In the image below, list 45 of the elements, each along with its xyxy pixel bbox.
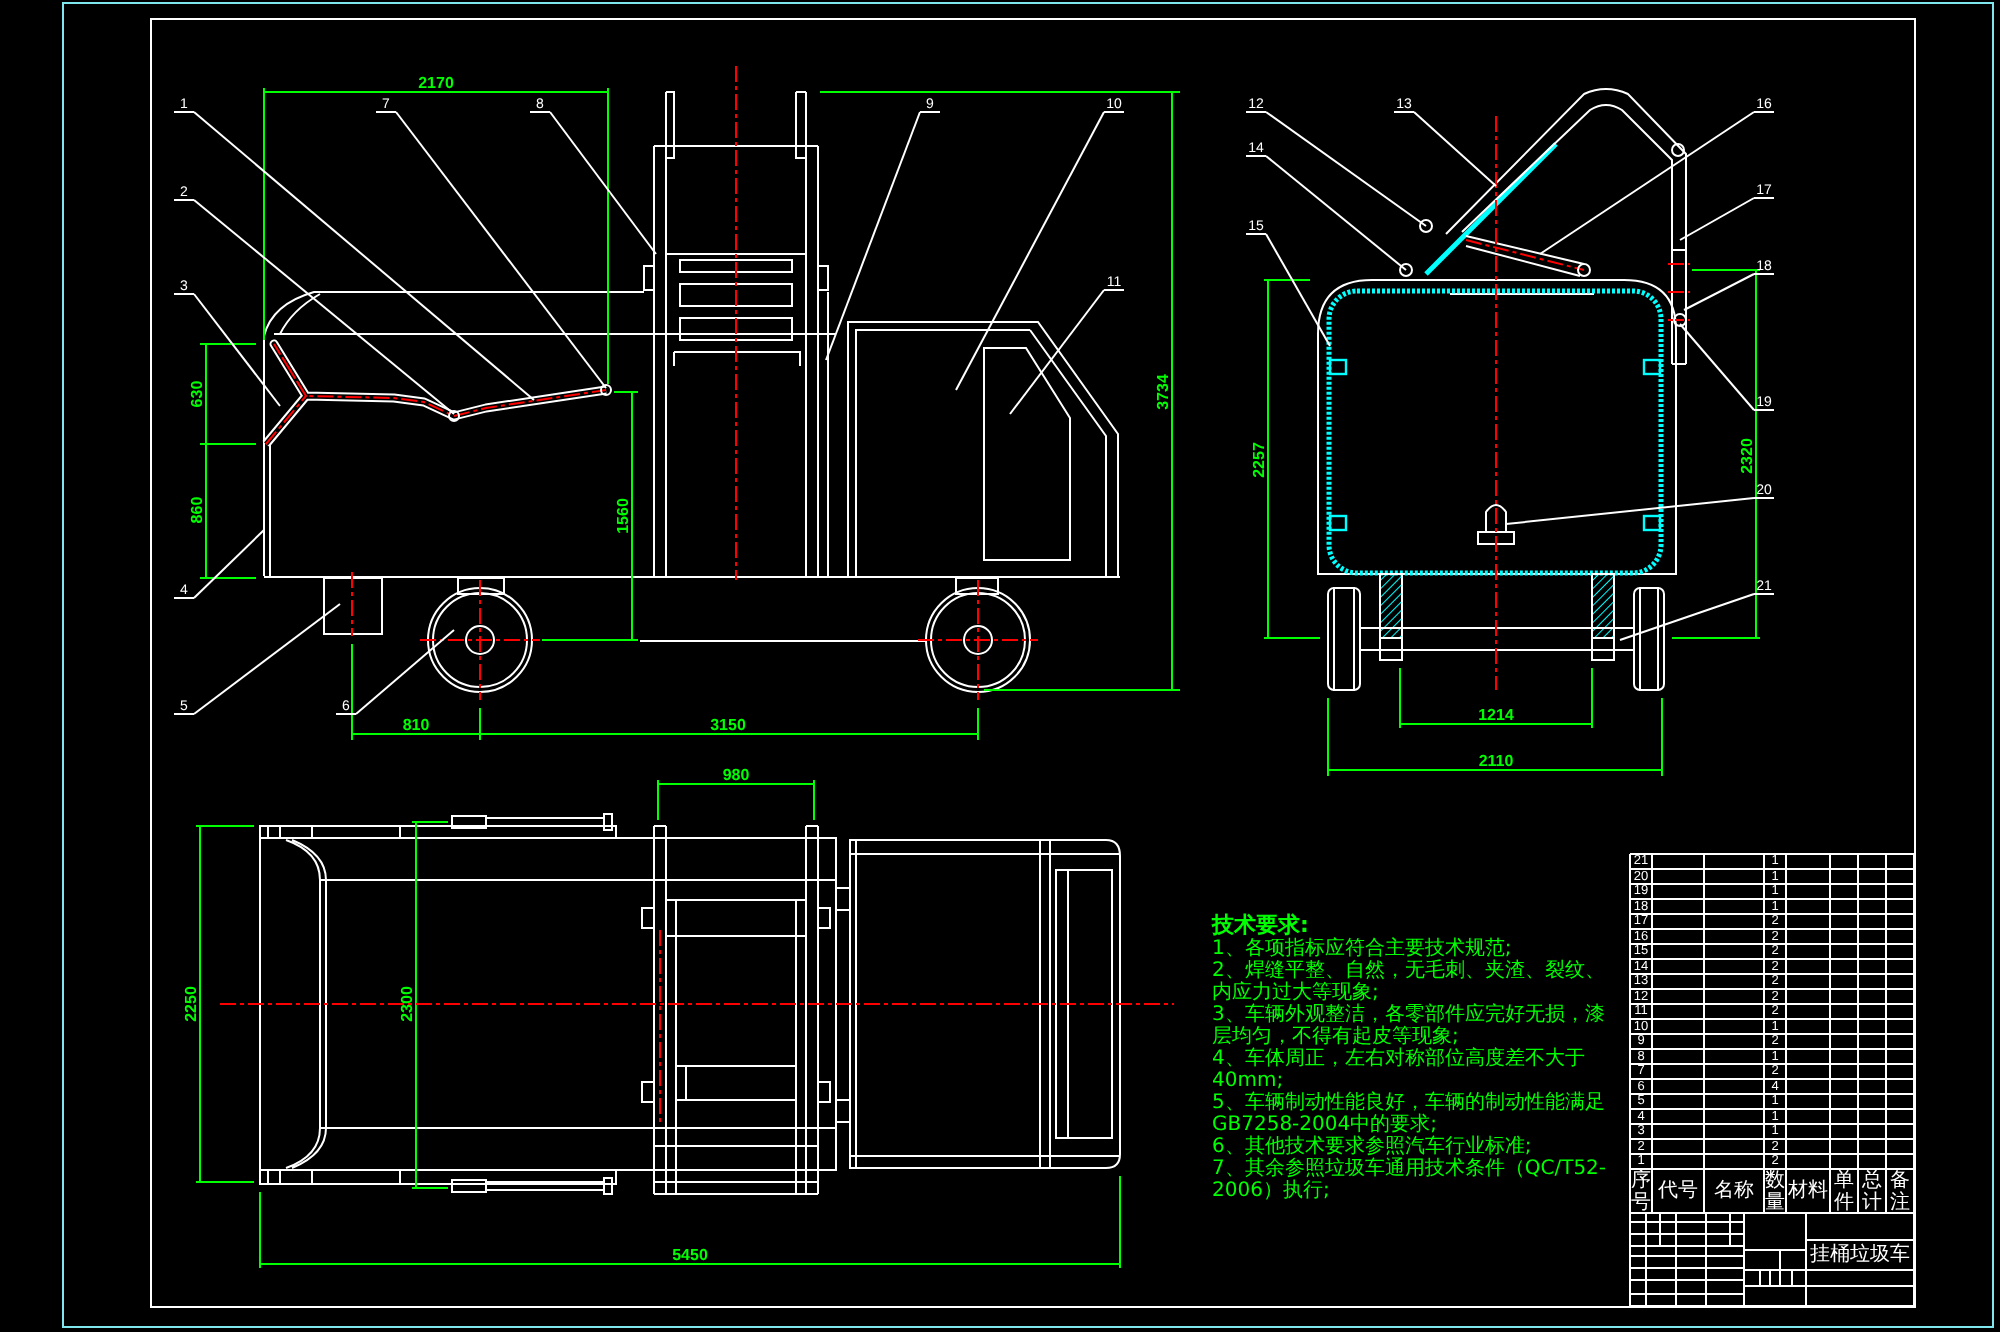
leader-line	[335, 629, 455, 715]
dimension-value: 630	[188, 380, 206, 408]
dimension-value: 3150	[710, 716, 746, 734]
column-header: 单件	[1834, 1169, 1854, 1213]
column-header: 序号	[1631, 1169, 1651, 1213]
requirement-item: 2、焊缝平整、自然，无毛刺、夹渣、裂纹、内应力过大等现象;	[1212, 960, 1607, 1004]
dimension-value: 3734	[1154, 374, 1172, 410]
dimension-value: 1214	[1478, 706, 1514, 724]
leader-line	[1683, 273, 1775, 311]
dimension-line	[199, 343, 257, 445]
requirement-item: 3、车辆外观整洁，各零部件应完好无损，漆层均匀，不得有起皮等现象;	[1212, 1004, 1607, 1048]
drawing-title: 挂桶垃圾车	[1810, 1244, 1910, 1268]
requirement-item: 7、其余参照垃圾车通用技术条件（QC/T52-2006）执行;	[1212, 1158, 1609, 1202]
dimension-value: 5450	[672, 1246, 708, 1264]
dimension-value: 1560	[614, 498, 632, 534]
requirement-item: 5、车辆制动性能良好，车辆的制动性能满足GB7258-2004中的要求;	[1212, 1092, 1607, 1136]
dimension-value: 2170	[418, 74, 454, 92]
wheel	[1327, 587, 1361, 691]
support-leg	[323, 577, 383, 635]
column-header: 代号	[1658, 1180, 1698, 1202]
leader-line	[1679, 323, 1775, 411]
dimension-value: 2257	[1250, 442, 1268, 478]
dimension-line	[199, 443, 257, 579]
latch-fitting	[1477, 504, 1515, 545]
leader-line	[173, 529, 265, 599]
dimension-value: 860	[188, 496, 206, 524]
requirement-item: 6、其他技术要求参照汽车行业标准;	[1212, 1136, 1534, 1158]
wheel	[1633, 587, 1665, 691]
support-block	[1591, 573, 1615, 661]
support-block	[1379, 573, 1403, 661]
column-header: 总计	[1862, 1169, 1882, 1213]
dimension-value: 2250	[182, 986, 200, 1022]
dimension-value: 980	[722, 766, 750, 784]
center-line	[351, 571, 353, 637]
dimension-value: 810	[402, 716, 430, 734]
dimension-value: 2110	[1478, 752, 1514, 770]
requirements-title: 技术要求:	[1212, 912, 1309, 938]
column-header: 数量	[1765, 1169, 1785, 1213]
requirement-item: 1、各项指标应符合主要技术规范;	[1212, 938, 1512, 960]
column-header: 备注	[1890, 1169, 1910, 1213]
column-header: 名称	[1714, 1180, 1754, 1202]
dimension-value: 2320	[1738, 438, 1756, 474]
dimension-value: 2300	[398, 986, 416, 1022]
column-header: 材料	[1788, 1180, 1828, 1202]
requirement-item: 4、车体周正，左右对称部位高度差不大于40mm;	[1212, 1048, 1585, 1092]
